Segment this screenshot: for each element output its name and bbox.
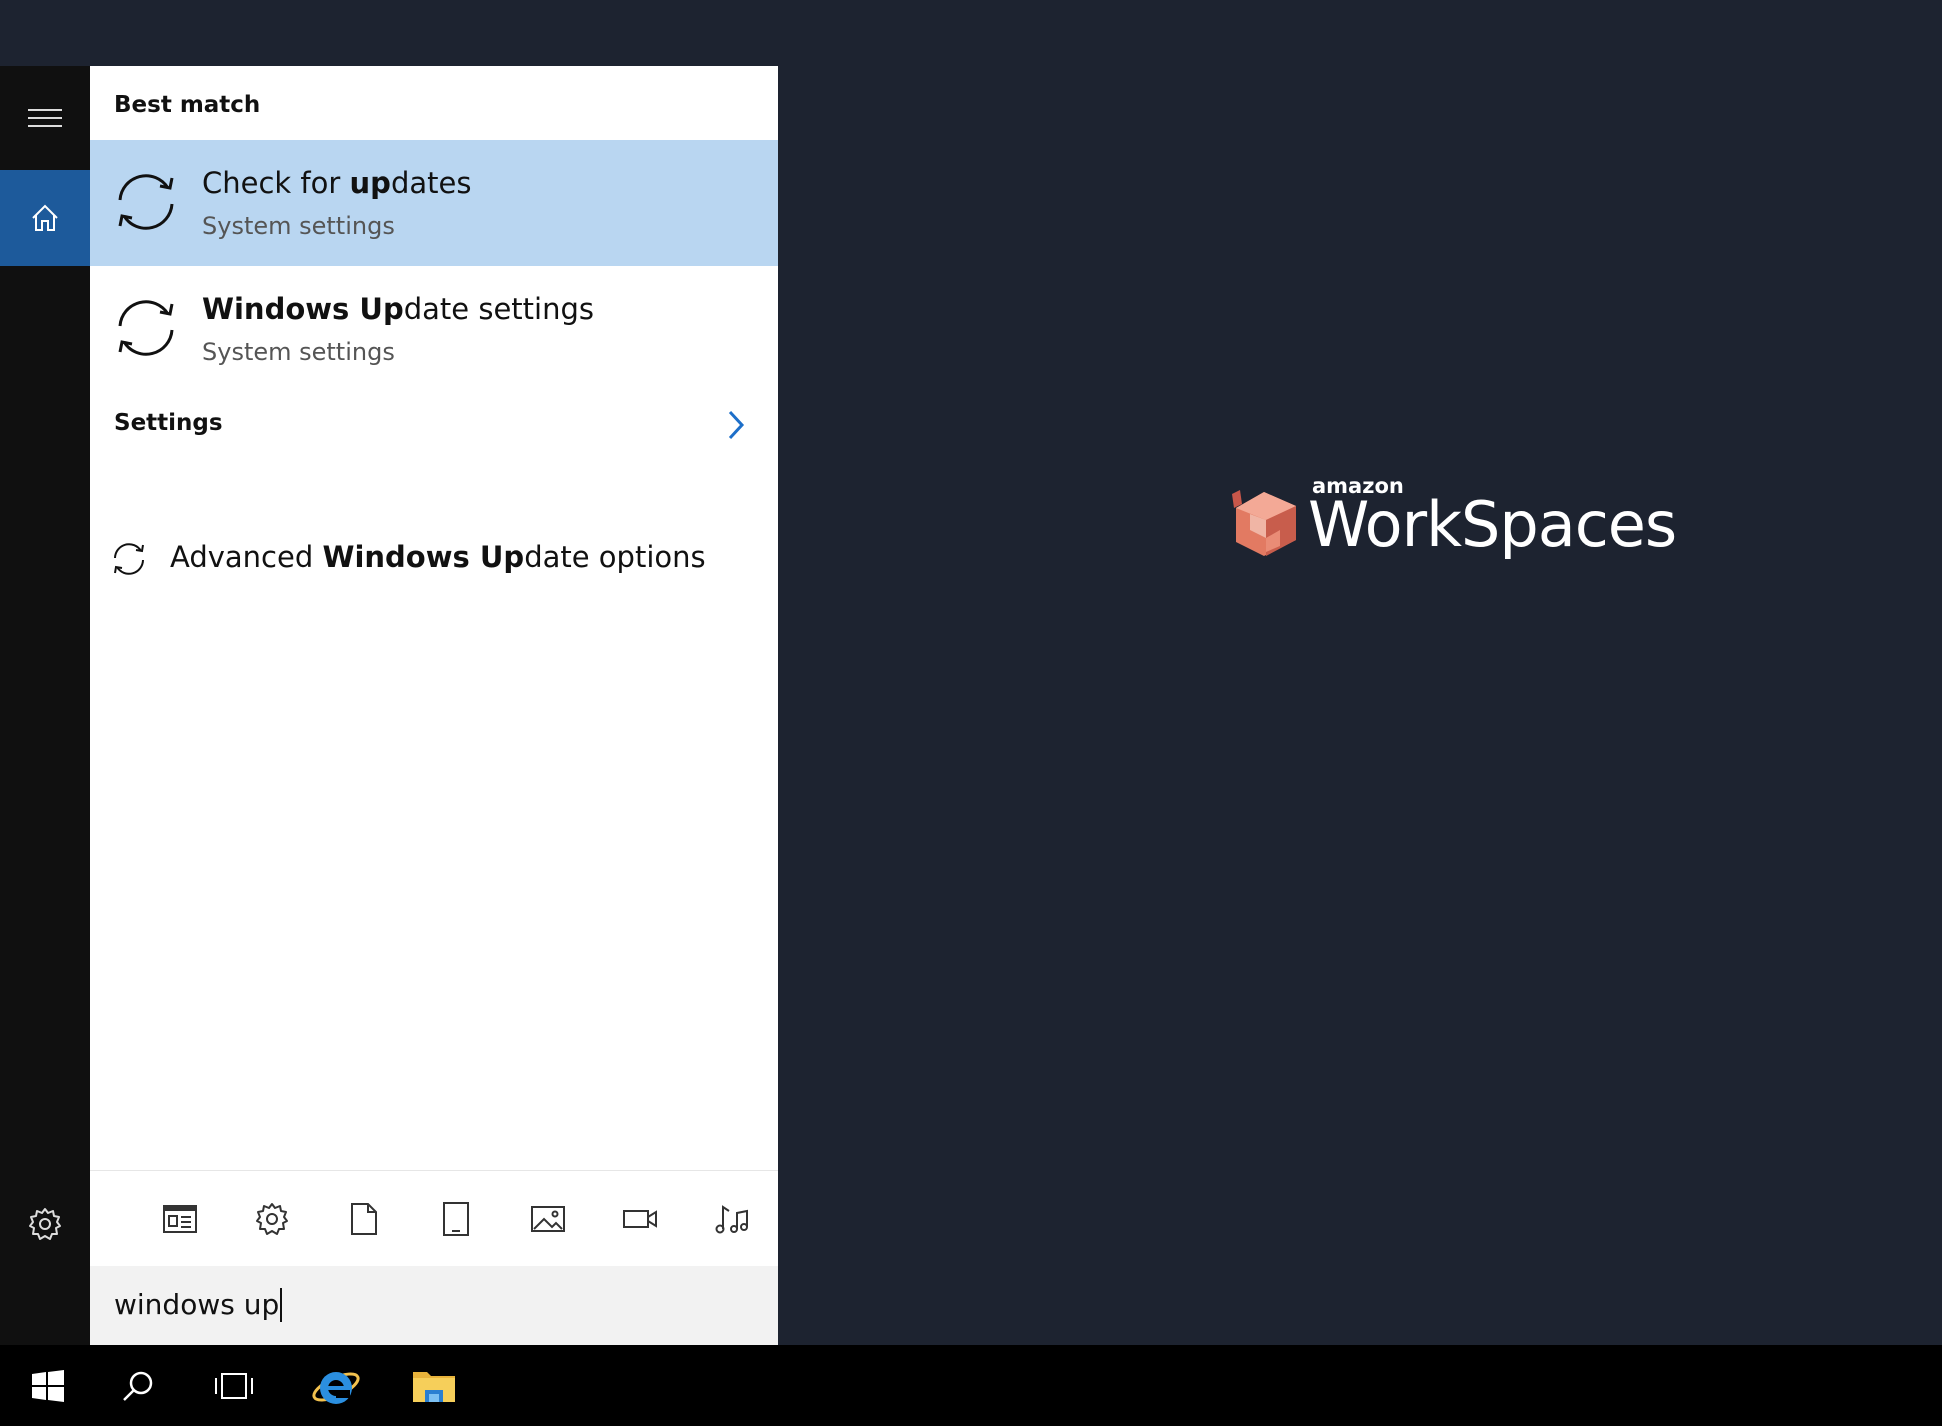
file-explorer-button[interactable] — [386, 1345, 482, 1426]
result-windows-update-settings[interactable]: Windows Update settings System settings — [90, 266, 778, 392]
result-title: Windows Update settings — [202, 292, 594, 326]
hamburger-button[interactable] — [0, 66, 90, 170]
photos-filter-button[interactable] — [502, 1173, 594, 1265]
settings-item-advanced-windows-update[interactable]: Advanced Windows Update options — [90, 528, 778, 590]
apps-filter-button[interactable] — [134, 1173, 226, 1265]
hamburger-icon — [28, 109, 62, 127]
internet-explorer-button[interactable] — [288, 1345, 384, 1426]
photos-filter-icon — [531, 1206, 565, 1232]
sync-icon — [118, 300, 174, 356]
task-view-button[interactable] — [186, 1345, 282, 1426]
music-filter-icon — [715, 1205, 748, 1234]
search-input[interactable]: windows up — [90, 1266, 778, 1345]
search-icon — [123, 1371, 153, 1401]
windows-start-icon — [32, 1369, 64, 1402]
best-match-header: Best match — [114, 92, 261, 118]
internet-explorer-icon — [312, 1371, 360, 1404]
settings-filter-button[interactable] — [226, 1173, 318, 1265]
file-explorer-icon — [413, 1371, 455, 1402]
settings-button[interactable] — [0, 1189, 90, 1259]
search-panel: Best match Check for updates System sett… — [90, 66, 778, 1345]
search-query: windows up — [114, 1288, 283, 1322]
taskbar — [0, 1345, 1942, 1426]
settings-header: Settings — [114, 410, 223, 436]
sync-icon — [118, 174, 174, 230]
workspaces-logo: amazon WorkSpaces — [1220, 470, 1677, 580]
chevron-right-icon[interactable] — [724, 408, 748, 442]
task-view-icon — [215, 1372, 253, 1399]
start-button[interactable] — [0, 1345, 96, 1426]
search-filters — [90, 1170, 778, 1267]
music-filter-button[interactable] — [686, 1173, 778, 1265]
logo-workspaces-text: WorkSpaces — [1308, 488, 1677, 561]
workspaces-cube-icon — [1232, 490, 1296, 556]
sync-small-icon — [114, 543, 144, 575]
videos-filter-button[interactable] — [594, 1173, 686, 1265]
home-icon — [32, 204, 58, 231]
taskbar-search-button[interactable] — [90, 1345, 186, 1426]
videos-filter-icon — [623, 1210, 657, 1228]
tablet-filter-button[interactable] — [410, 1173, 502, 1265]
result-subtitle: System settings — [202, 212, 395, 240]
settings-item-title: Advanced Windows Update options — [170, 540, 706, 574]
documents-filter-button[interactable] — [318, 1173, 410, 1265]
home-button[interactable] — [0, 170, 90, 266]
apps-filter-icon — [163, 1205, 197, 1233]
tablet-filter-icon — [443, 1202, 469, 1236]
settings-filter-icon — [256, 1203, 288, 1235]
result-subtitle: System settings — [202, 338, 395, 366]
gear-icon — [29, 1208, 61, 1240]
result-check-for-updates[interactable]: Check for updates System settings — [90, 140, 778, 266]
start-rail — [0, 66, 90, 1345]
documents-filter-icon — [351, 1203, 377, 1235]
result-title: Check for updates — [202, 166, 472, 200]
